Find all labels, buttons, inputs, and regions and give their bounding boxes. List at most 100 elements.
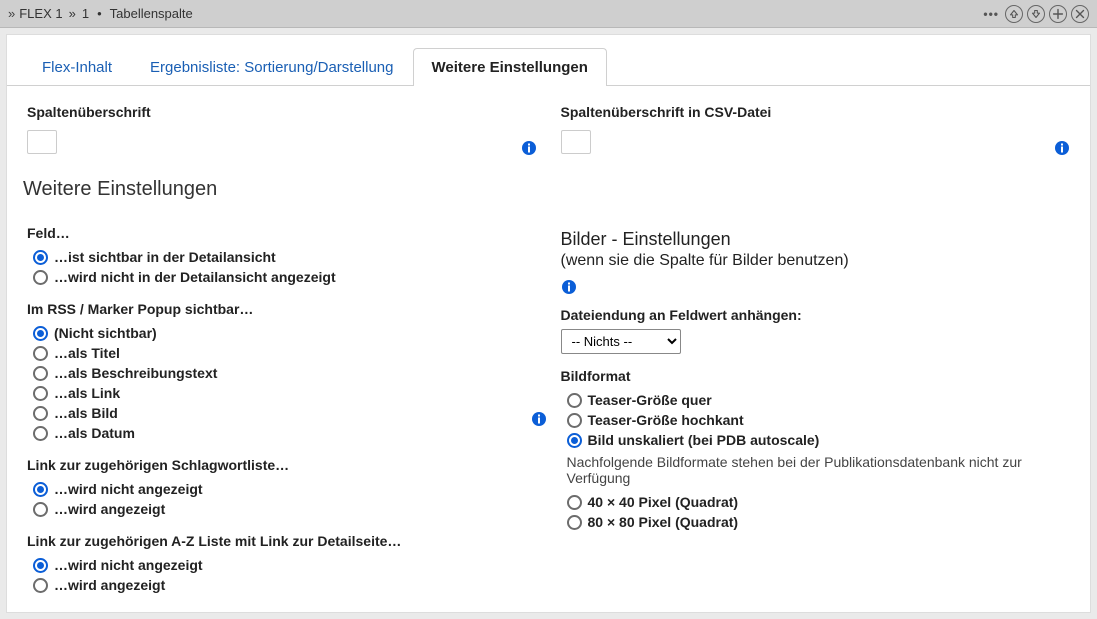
radio-icon[interactable]: [33, 502, 48, 517]
radio-icon[interactable]: [33, 270, 48, 285]
radio-option[interactable]: …als Beschreibungstext: [33, 363, 537, 383]
radio-option[interactable]: …als Datum: [33, 423, 537, 443]
images-title: Bilder - Einstellungen: [561, 229, 1071, 250]
radio-label: Bild unskaliert (bei PDB autoscale): [588, 432, 820, 448]
field-csv-column-caption: Spaltenüberschrift in CSV-Datei: [561, 104, 1071, 172]
radio-icon[interactable]: [33, 386, 48, 401]
images-format-heading: Bildformat: [561, 368, 1071, 384]
radio-option[interactable]: 80 × 80 Pixel (Quadrat): [567, 512, 1071, 532]
radio-label: …als Titel: [54, 345, 120, 361]
move-up-button[interactable]: [1005, 5, 1023, 23]
info-icon[interactable]: [521, 140, 537, 156]
radio-icon[interactable]: [33, 366, 48, 381]
radio-option[interactable]: …wird nicht angezeigt: [33, 555, 537, 575]
radio-icon[interactable]: [33, 346, 48, 361]
right-column: Bilder - Einstellungen (wenn sie die Spa…: [561, 211, 1071, 595]
group-heading-azlink: Link zur zugehörigen A-Z Liste mit Link …: [27, 533, 537, 549]
radio-icon[interactable]: [33, 482, 48, 497]
radio-option[interactable]: …wird nicht in der Detailansicht angezei…: [33, 267, 537, 287]
radio-option[interactable]: Teaser-Größe hochkant: [567, 410, 1071, 430]
radio-icon[interactable]: [567, 393, 582, 408]
radio-icon[interactable]: [33, 326, 48, 341]
breadcrumb: » FLEX 1 » 1 • Tabellenspalte: [8, 6, 193, 21]
radio-label: …als Link: [54, 385, 120, 401]
info-icon[interactable]: [531, 411, 547, 430]
titlebar: » FLEX 1 » 1 • Tabellenspalte •••: [0, 0, 1097, 28]
input-column-caption[interactable]: [27, 130, 57, 154]
group-heading-visibility: Feld…: [27, 225, 537, 241]
images-ext-label: Dateiendung an Feldwert anhängen:: [561, 307, 1071, 323]
radio-icon[interactable]: [567, 433, 582, 448]
radio-label: Teaser-Größe hochkant: [588, 412, 744, 428]
radio-label: …ist sichtbar in der Detailansicht: [54, 249, 276, 265]
radio-option[interactable]: …wird angezeigt: [33, 575, 537, 595]
radio-label: …wird angezeigt: [54, 501, 165, 517]
breadcrumb-separator: »: [67, 6, 78, 21]
radio-icon[interactable]: [567, 515, 582, 530]
radio-option[interactable]: (Nicht sichtbar): [33, 323, 537, 343]
breadcrumb-type: Tabellenspalte: [110, 6, 193, 21]
radio-option[interactable]: Bild unskaliert (bei PDB autoscale): [567, 430, 1071, 450]
radio-option[interactable]: …als Link: [33, 383, 537, 403]
content-panel: Flex-InhaltErgebnisliste: Sortierung/Dar…: [6, 34, 1091, 613]
move-down-button[interactable]: [1027, 5, 1045, 23]
radio-icon[interactable]: [567, 413, 582, 428]
label-csv-column-caption: Spaltenüberschrift in CSV-Datei: [561, 104, 1071, 120]
radio-label: 80 × 80 Pixel (Quadrat): [588, 514, 739, 530]
breadcrumb-item[interactable]: FLEX 1: [19, 6, 62, 21]
radio-label: Teaser-Größe quer: [588, 392, 712, 408]
group-heading-taglink: Link zur zugehörigen Schlagwortliste…: [27, 457, 537, 473]
radio-label: (Nicht sichtbar): [54, 325, 157, 341]
section-title: Weitere Einstellungen: [23, 178, 1070, 201]
tab[interactable]: Flex-Inhalt: [23, 48, 131, 86]
images-subtitle: (wenn sie die Spalte für Bilder benutzen…: [561, 252, 1071, 270]
radio-group-image-format: Teaser-Größe quer Teaser-Größe hochkant Bi…: [561, 390, 1071, 532]
tab[interactable]: Weitere Einstellungen: [413, 48, 607, 86]
radio-icon[interactable]: [33, 250, 48, 265]
more-icon[interactable]: •••: [981, 5, 1001, 23]
radio-group-azlink: …wird nicht angezeigt …wird angezeigt: [27, 555, 537, 595]
info-icon[interactable]: [561, 279, 577, 295]
radio-label: …als Beschreibungstext: [54, 365, 217, 381]
tab-bar: Flex-InhaltErgebnisliste: Sortierung/Dar…: [7, 35, 1090, 86]
radio-option[interactable]: …als Bild: [33, 403, 537, 423]
breadcrumb-item[interactable]: 1: [82, 6, 89, 21]
tab[interactable]: Ergebnisliste: Sortierung/Darstellung: [131, 48, 412, 86]
radio-icon[interactable]: [33, 578, 48, 593]
radio-icon[interactable]: [33, 426, 48, 441]
radio-icon[interactable]: [33, 406, 48, 421]
radio-icon[interactable]: [567, 495, 582, 510]
radio-label: …wird nicht angezeigt: [54, 557, 203, 573]
radio-label: …als Bild: [54, 405, 118, 421]
radio-option[interactable]: …wird angezeigt: [33, 499, 537, 519]
input-csv-column-caption[interactable]: [561, 130, 591, 154]
chevron-double-down-icon[interactable]: »: [8, 6, 15, 21]
tab-body: Spaltenüberschrift Spaltenüberschrift in…: [7, 86, 1090, 612]
radio-option[interactable]: …ist sichtbar in der Detailansicht: [33, 247, 537, 267]
radio-label: …wird nicht angezeigt: [54, 481, 203, 497]
radio-label: …wird angezeigt: [54, 577, 165, 593]
app-window: » FLEX 1 » 1 • Tabellenspalte ••• Flex-I…: [0, 0, 1097, 619]
radio-group-rss: (Nicht sichtbar) …als Titel …als Beschreib…: [27, 323, 537, 443]
radio-label: …als Datum: [54, 425, 135, 441]
group-heading-rss: Im RSS / Marker Popup sichtbar…: [27, 301, 537, 317]
select-file-extension[interactable]: -- Nichts --: [561, 329, 681, 354]
radio-icon[interactable]: [33, 558, 48, 573]
breadcrumb-dot: •: [93, 6, 106, 21]
field-column-caption: Spaltenüberschrift: [27, 104, 537, 172]
close-button[interactable]: [1071, 5, 1089, 23]
images-note: Nachfolgende Bildformate stehen bei der …: [567, 454, 1071, 486]
titlebar-actions: •••: [981, 5, 1089, 23]
left-column: Feld… …ist sichtbar in der Detailansicht…: [27, 211, 537, 595]
info-icon[interactable]: [1054, 140, 1070, 156]
radio-option[interactable]: Teaser-Größe quer: [567, 390, 1071, 410]
add-button[interactable]: [1049, 5, 1067, 23]
radio-option[interactable]: …wird nicht angezeigt: [33, 479, 537, 499]
radio-group-taglink: …wird nicht angezeigt …wird angezeigt: [27, 479, 537, 519]
radio-option[interactable]: 40 × 40 Pixel (Quadrat): [567, 492, 1071, 512]
radio-option[interactable]: …als Titel: [33, 343, 537, 363]
radio-label: …wird nicht in der Detailansicht angezei…: [54, 269, 336, 285]
radio-label: 40 × 40 Pixel (Quadrat): [588, 494, 739, 510]
label-column-caption: Spaltenüberschrift: [27, 104, 537, 120]
radio-group-visibility: …ist sichtbar in der Detailansicht …wird …: [27, 247, 537, 287]
